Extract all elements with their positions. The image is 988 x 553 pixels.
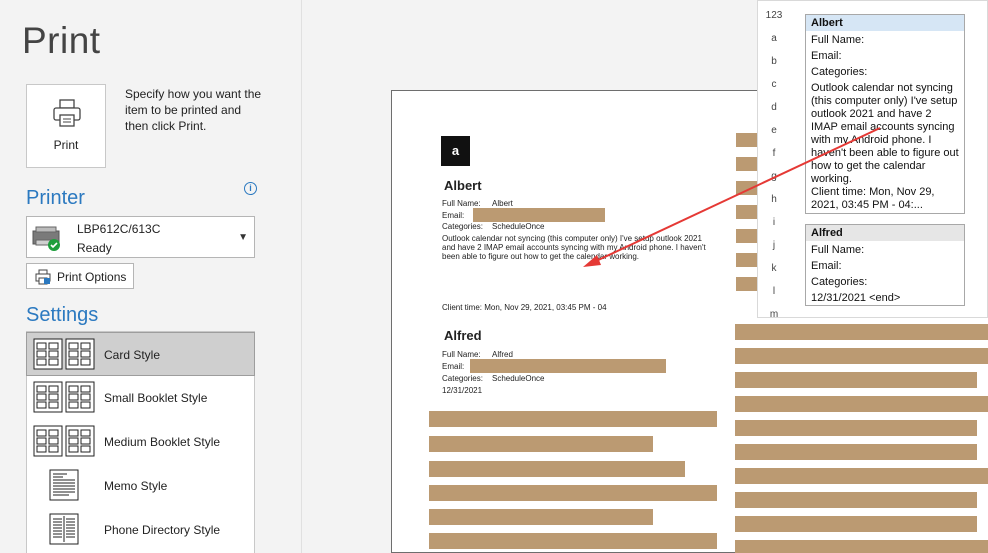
contact-card-albert[interactable]: Albert Full Name: Email: Categories: Out… [805, 14, 965, 214]
style-item-small-booklet[interactable]: Small Booklet Style [27, 376, 254, 420]
client-time: Client time: Mon, Nov 29, 2021, 03:45 PM… [442, 303, 607, 312]
index-tab[interactable]: e [758, 124, 790, 147]
full-name-value: Albert [492, 199, 513, 208]
card-name: Alfred [806, 225, 964, 241]
style-label-memo: Memo Style [104, 479, 168, 493]
style-item-card[interactable]: Card Style [26, 332, 255, 376]
contact-notes: Outlook calendar not syncing (this compu… [442, 234, 706, 261]
categories-label: Categories: [442, 222, 483, 231]
categories-value: ScheduleOnce [492, 374, 545, 383]
index-tab[interactable]: l [758, 285, 790, 308]
style-item-medium-booklet[interactable]: Medium Booklet Style [27, 420, 254, 464]
card-style-icon [33, 338, 95, 370]
redacted-block [429, 436, 653, 452]
print-preview-page: a Albert Full Name: Albert Email: Catego… [391, 90, 791, 553]
print-button[interactable]: Print [26, 84, 106, 168]
printer-name: LBP612C/613C [77, 222, 161, 236]
index-tab[interactable]: k [758, 262, 790, 285]
style-item-phone-directory[interactable]: Phone Directory Style [27, 508, 254, 552]
card-name: Albert [806, 15, 964, 31]
style-label-medium-booklet: Medium Booklet Style [104, 435, 221, 449]
redacted-block [429, 509, 653, 525]
alphabet-index: 123 a b c d e f g h i j k l m [758, 9, 790, 317]
printer-status: Ready [77, 241, 112, 255]
index-tab[interactable]: i [758, 216, 790, 239]
index-tab[interactable]: d [758, 101, 790, 124]
redacted-block [429, 461, 685, 477]
card-email-label: Email: [811, 50, 842, 62]
card-categories-label: Categories: [811, 276, 868, 288]
contact-card-alfred[interactable]: Alfred Full Name: Email: Categories: 12/… [805, 224, 965, 306]
categories-label: Categories: [442, 374, 483, 383]
redacted-block [429, 533, 717, 549]
redacted-block [429, 485, 717, 501]
redacted-block [735, 492, 977, 508]
redacted-block [429, 411, 717, 427]
style-label-small-booklet: Small Booklet Style [104, 391, 208, 405]
settings-heading: Settings [26, 304, 99, 326]
memo-style-icon [49, 469, 79, 501]
categories-value: ScheduleOnce [492, 222, 545, 231]
redacted-block [735, 420, 977, 436]
redacted-email [473, 208, 605, 222]
redacted-block [735, 396, 988, 412]
index-tab[interactable]: m [758, 308, 790, 317]
card-client-time: Client time: Mon, Nov 29, 2021, 03:45 PM… [811, 186, 935, 211]
card-full-name-label: Full Name: [811, 244, 865, 256]
contact-date: 12/31/2021 [442, 386, 483, 395]
redacted-block [735, 444, 977, 460]
medium-booklet-style-icon [33, 425, 95, 457]
print-options-icon [35, 269, 51, 285]
info-icon[interactable]: i [244, 182, 257, 195]
email-label: Email: [442, 211, 465, 220]
style-label-card: Card Style [104, 348, 161, 362]
redacted-email [470, 359, 666, 373]
index-tab[interactable]: a [758, 32, 790, 55]
index-tab[interactable]: h [758, 193, 790, 216]
redacted-block [735, 324, 988, 340]
pane-divider [301, 0, 302, 553]
redacted-block [735, 372, 977, 388]
address-cards-view: 123 a b c d e f g h i j k l m Albert Ful… [757, 0, 988, 318]
contact-name: Albert [444, 178, 482, 193]
card-full-name-label: Full Name: [811, 34, 865, 46]
printer-select[interactable]: LBP612C/613C Ready ▼ [26, 216, 255, 258]
chevron-down-icon: ▼ [238, 232, 248, 243]
style-label-phone-directory: Phone Directory Style [104, 523, 221, 537]
printer-device-icon [32, 226, 60, 251]
index-tab[interactable]: g [758, 170, 790, 193]
index-tab[interactable]: 123 [758, 9, 790, 32]
card-date: 12/31/2021 <end> [811, 292, 901, 304]
redacted-block [735, 468, 988, 484]
full-name-label: Full Name: [442, 199, 481, 208]
contact-name: Alfred [444, 328, 482, 343]
index-tab[interactable]: c [758, 78, 790, 101]
printer-heading: Printer [26, 187, 85, 209]
full-name-value: Alfred [492, 350, 513, 359]
redacted-block [735, 540, 988, 553]
index-letter: a [441, 136, 470, 166]
printer-icon [53, 99, 81, 127]
full-name-label: Full Name: [442, 350, 481, 359]
print-options-label: Print Options [57, 270, 127, 284]
index-tab[interactable]: f [758, 147, 790, 170]
style-item-memo[interactable]: Memo Style [27, 464, 254, 508]
preview-column-overflow [735, 318, 988, 553]
card-email-label: Email: [811, 260, 842, 272]
print-instructions: Specify how you want the item to be prin… [125, 87, 262, 133]
email-label: Email: [442, 362, 465, 371]
phone-directory-style-icon [49, 513, 79, 545]
print-style-list: Card Style Small Booklet Style Medium Bo… [26, 331, 255, 553]
small-booklet-style-icon [33, 381, 95, 413]
index-tab[interactable]: b [758, 55, 790, 78]
card-categories-label: Categories: [811, 66, 868, 78]
card-notes: Outlook calendar not syncing (this compu… [811, 82, 959, 185]
print-options-button[interactable]: Print Options [26, 263, 134, 289]
index-tab[interactable]: j [758, 239, 790, 262]
redacted-block [735, 348, 988, 364]
redacted-block [735, 516, 977, 532]
page-title: Print [22, 20, 101, 61]
print-button-label: Print [53, 138, 79, 152]
